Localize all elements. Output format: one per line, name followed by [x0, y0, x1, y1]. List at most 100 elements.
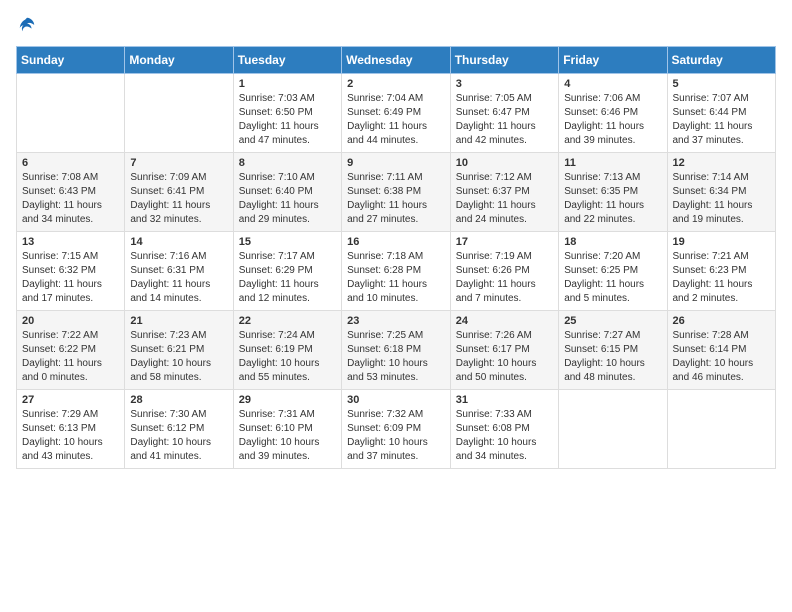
- calendar-table: SundayMondayTuesdayWednesdayThursdayFrid…: [16, 46, 776, 469]
- calendar-cell: 31 Sunrise: 7:33 AMSunset: 6:08 PMDayligh…: [450, 390, 558, 469]
- calendar-cell: 13Sunrise: 7:15 AMSunset: 6:32 PMDayligh…: [17, 232, 125, 311]
- day-number: 10: [456, 157, 553, 169]
- day-info: Sunrise: 7:08 AMSunset: 6:43 PMDaylight:…: [22, 171, 119, 227]
- day-info: Sunrise: 7:09 AMSunset: 6:41 PMDaylight:…: [130, 171, 227, 227]
- calendar-cell: 28 Sunrise: 7:30 AMSunset: 6:12 PMDayligh…: [125, 390, 233, 469]
- day-number: 20: [22, 315, 119, 327]
- day-info: Sunrise: 7:32 AMSunset: 6:09 PMDaylight:…: [347, 408, 445, 464]
- weekday-header-thursday: Thursday: [450, 47, 558, 74]
- calendar-cell: 1Sunrise: 7:03 AMSunset: 6:50 PMDaylight…: [233, 74, 341, 153]
- day-number: 18: [564, 236, 661, 248]
- day-number: 30: [347, 394, 445, 406]
- day-number: 31: [456, 394, 553, 406]
- calendar-cell: 6 Sunrise: 7:08 AMSunset: 6:43 PMDaylight…: [17, 153, 125, 232]
- calendar-cell: 14 Sunrise: 7:16 AMSunset: 6:31 PMDayligh…: [125, 232, 233, 311]
- day-number: 13: [22, 236, 119, 248]
- day-number: 17: [456, 236, 553, 248]
- day-number: 24: [456, 315, 553, 327]
- calendar-cell: 19 Sunrise: 7:21 AMSunset: 6:23 PMDayligh…: [667, 232, 776, 311]
- weekday-header-tuesday: Tuesday: [233, 47, 341, 74]
- calendar-cell: 4 Sunrise: 7:06 AMSunset: 6:46 PMDaylight…: [559, 74, 667, 153]
- calendar-cell: 24 Sunrise: 7:26 AMSunset: 6:17 PMDayligh…: [450, 311, 558, 390]
- calendar-cell: 17 Sunrise: 7:19 AMSunset: 6:26 PMDayligh…: [450, 232, 558, 311]
- day-info: Sunrise: 7:27 AMSunset: 6:15 PMDaylight:…: [564, 329, 661, 385]
- day-info: Sunrise: 7:16 AMSunset: 6:31 PMDaylight:…: [130, 250, 227, 306]
- weekday-header-friday: Friday: [559, 47, 667, 74]
- calendar-cell: 26Sunrise: 7:28 AMSunset: 6:14 PMDayligh…: [667, 311, 776, 390]
- day-number: 15: [239, 236, 336, 248]
- calendar-cell: 9 Sunrise: 7:11 AMSunset: 6:38 PMDaylight…: [342, 153, 451, 232]
- day-number: 4: [564, 78, 661, 90]
- calendar-cell: 11 Sunrise: 7:13 AMSunset: 6:35 PMDayligh…: [559, 153, 667, 232]
- calendar-cell: 15 Sunrise: 7:17 AMSunset: 6:29 PMDayligh…: [233, 232, 341, 311]
- day-number: 11: [564, 157, 661, 169]
- day-number: 19: [673, 236, 771, 248]
- calendar-cell: 12 Sunrise: 7:14 AMSunset: 6:34 PMDayligh…: [667, 153, 776, 232]
- calendar-cell: 27 Sunrise: 7:29 AMSunset: 6:13 PMDayligh…: [17, 390, 125, 469]
- day-info: Sunrise: 7:14 AMSunset: 6:34 PMDaylight:…: [673, 171, 771, 227]
- day-info: Sunrise: 7:12 AMSunset: 6:37 PMDaylight:…: [456, 171, 553, 227]
- day-info: Sunrise: 7:22 AMSunset: 6:22 PMDaylight:…: [22, 329, 119, 385]
- day-info: Sunrise: 7:11 AMSunset: 6:38 PMDaylight:…: [347, 171, 445, 227]
- day-info: Sunrise: 7:23 AMSunset: 6:21 PMDaylight:…: [130, 329, 227, 385]
- day-info: Sunrise: 7:33 AMSunset: 6:08 PMDaylight:…: [456, 408, 553, 464]
- day-number: 25: [564, 315, 661, 327]
- calendar-cell: 23 Sunrise: 7:25 AMSunset: 6:18 PMDayligh…: [342, 311, 451, 390]
- day-info: Sunrise: 7:28 AMSunset: 6:14 PMDaylight:…: [673, 329, 771, 385]
- calendar-cell: [559, 390, 667, 469]
- day-info: Sunrise: 7:17 AMSunset: 6:29 PMDaylight:…: [239, 250, 336, 306]
- day-info: Sunrise: 7:21 AMSunset: 6:23 PMDaylight:…: [673, 250, 771, 306]
- calendar-cell: [125, 74, 233, 153]
- day-number: 28: [130, 394, 227, 406]
- day-info: Sunrise: 7:18 AMSunset: 6:28 PMDaylight:…: [347, 250, 445, 306]
- calendar-week-row: 1Sunrise: 7:03 AMSunset: 6:50 PMDaylight…: [17, 74, 776, 153]
- day-info: Sunrise: 7:10 AMSunset: 6:40 PMDaylight:…: [239, 171, 336, 227]
- day-number: 12: [673, 157, 771, 169]
- day-info: Sunrise: 7:29 AMSunset: 6:13 PMDaylight:…: [22, 408, 119, 464]
- calendar-cell: 10 Sunrise: 7:12 AMSunset: 6:37 PMDayligh…: [450, 153, 558, 232]
- day-number: 5: [673, 78, 771, 90]
- day-info: Sunrise: 7:13 AMSunset: 6:35 PMDaylight:…: [564, 171, 661, 227]
- weekday-header-sunday: Sunday: [17, 47, 125, 74]
- calendar-week-row: 20 Sunrise: 7:22 AMSunset: 6:22 PMDayligh…: [17, 311, 776, 390]
- weekday-header-row: SundayMondayTuesdayWednesdayThursdayFrid…: [17, 47, 776, 74]
- day-info: Sunrise: 7:05 AMSunset: 6:47 PMDaylight:…: [456, 92, 553, 148]
- day-number: 9: [347, 157, 445, 169]
- day-number: 3: [456, 78, 553, 90]
- day-number: 14: [130, 236, 227, 248]
- day-number: 29: [239, 394, 336, 406]
- calendar-cell: [17, 74, 125, 153]
- calendar-cell: 30 Sunrise: 7:32 AMSunset: 6:09 PMDayligh…: [342, 390, 451, 469]
- calendar-cell: 29 Sunrise: 7:31 AMSunset: 6:10 PMDayligh…: [233, 390, 341, 469]
- day-number: 6: [22, 157, 119, 169]
- calendar-cell: 20 Sunrise: 7:22 AMSunset: 6:22 PMDayligh…: [17, 311, 125, 390]
- day-number: 22: [239, 315, 336, 327]
- calendar-cell: 18Sunrise: 7:20 AMSunset: 6:25 PMDayligh…: [559, 232, 667, 311]
- day-number: 23: [347, 315, 445, 327]
- day-number: 8: [239, 157, 336, 169]
- calendar-cell: 2Sunrise: 7:04 AMSunset: 6:49 PMDaylight…: [342, 74, 451, 153]
- day-info: Sunrise: 7:03 AMSunset: 6:50 PMDaylight:…: [239, 92, 336, 148]
- calendar-cell: 21 Sunrise: 7:23 AMSunset: 6:21 PMDayligh…: [125, 311, 233, 390]
- calendar-cell: 25 Sunrise: 7:27 AMSunset: 6:15 PMDayligh…: [559, 311, 667, 390]
- day-info: Sunrise: 7:30 AMSunset: 6:12 PMDaylight:…: [130, 408, 227, 464]
- logo-bird-icon: [18, 16, 36, 34]
- day-info: Sunrise: 7:26 AMSunset: 6:17 PMDaylight:…: [456, 329, 553, 385]
- calendar-cell: [667, 390, 776, 469]
- calendar-cell: 8 Sunrise: 7:10 AMSunset: 6:40 PMDaylight…: [233, 153, 341, 232]
- calendar-cell: 22 Sunrise: 7:24 AMSunset: 6:19 PMDayligh…: [233, 311, 341, 390]
- day-info: Sunrise: 7:25 AMSunset: 6:18 PMDaylight:…: [347, 329, 445, 385]
- day-info: Sunrise: 7:19 AMSunset: 6:26 PMDaylight:…: [456, 250, 553, 306]
- calendar-week-row: 6 Sunrise: 7:08 AMSunset: 6:43 PMDaylight…: [17, 153, 776, 232]
- logo: [16, 16, 36, 34]
- day-info: Sunrise: 7:31 AMSunset: 6:10 PMDaylight:…: [239, 408, 336, 464]
- day-info: Sunrise: 7:24 AMSunset: 6:19 PMDaylight:…: [239, 329, 336, 385]
- day-number: 27: [22, 394, 119, 406]
- day-info: Sunrise: 7:06 AMSunset: 6:46 PMDaylight:…: [564, 92, 661, 148]
- day-number: 21: [130, 315, 227, 327]
- weekday-header-wednesday: Wednesday: [342, 47, 451, 74]
- day-info: Sunrise: 7:07 AMSunset: 6:44 PMDaylight:…: [673, 92, 771, 148]
- weekday-header-monday: Monday: [125, 47, 233, 74]
- calendar-cell: 3 Sunrise: 7:05 AMSunset: 6:47 PMDaylight…: [450, 74, 558, 153]
- day-number: 7: [130, 157, 227, 169]
